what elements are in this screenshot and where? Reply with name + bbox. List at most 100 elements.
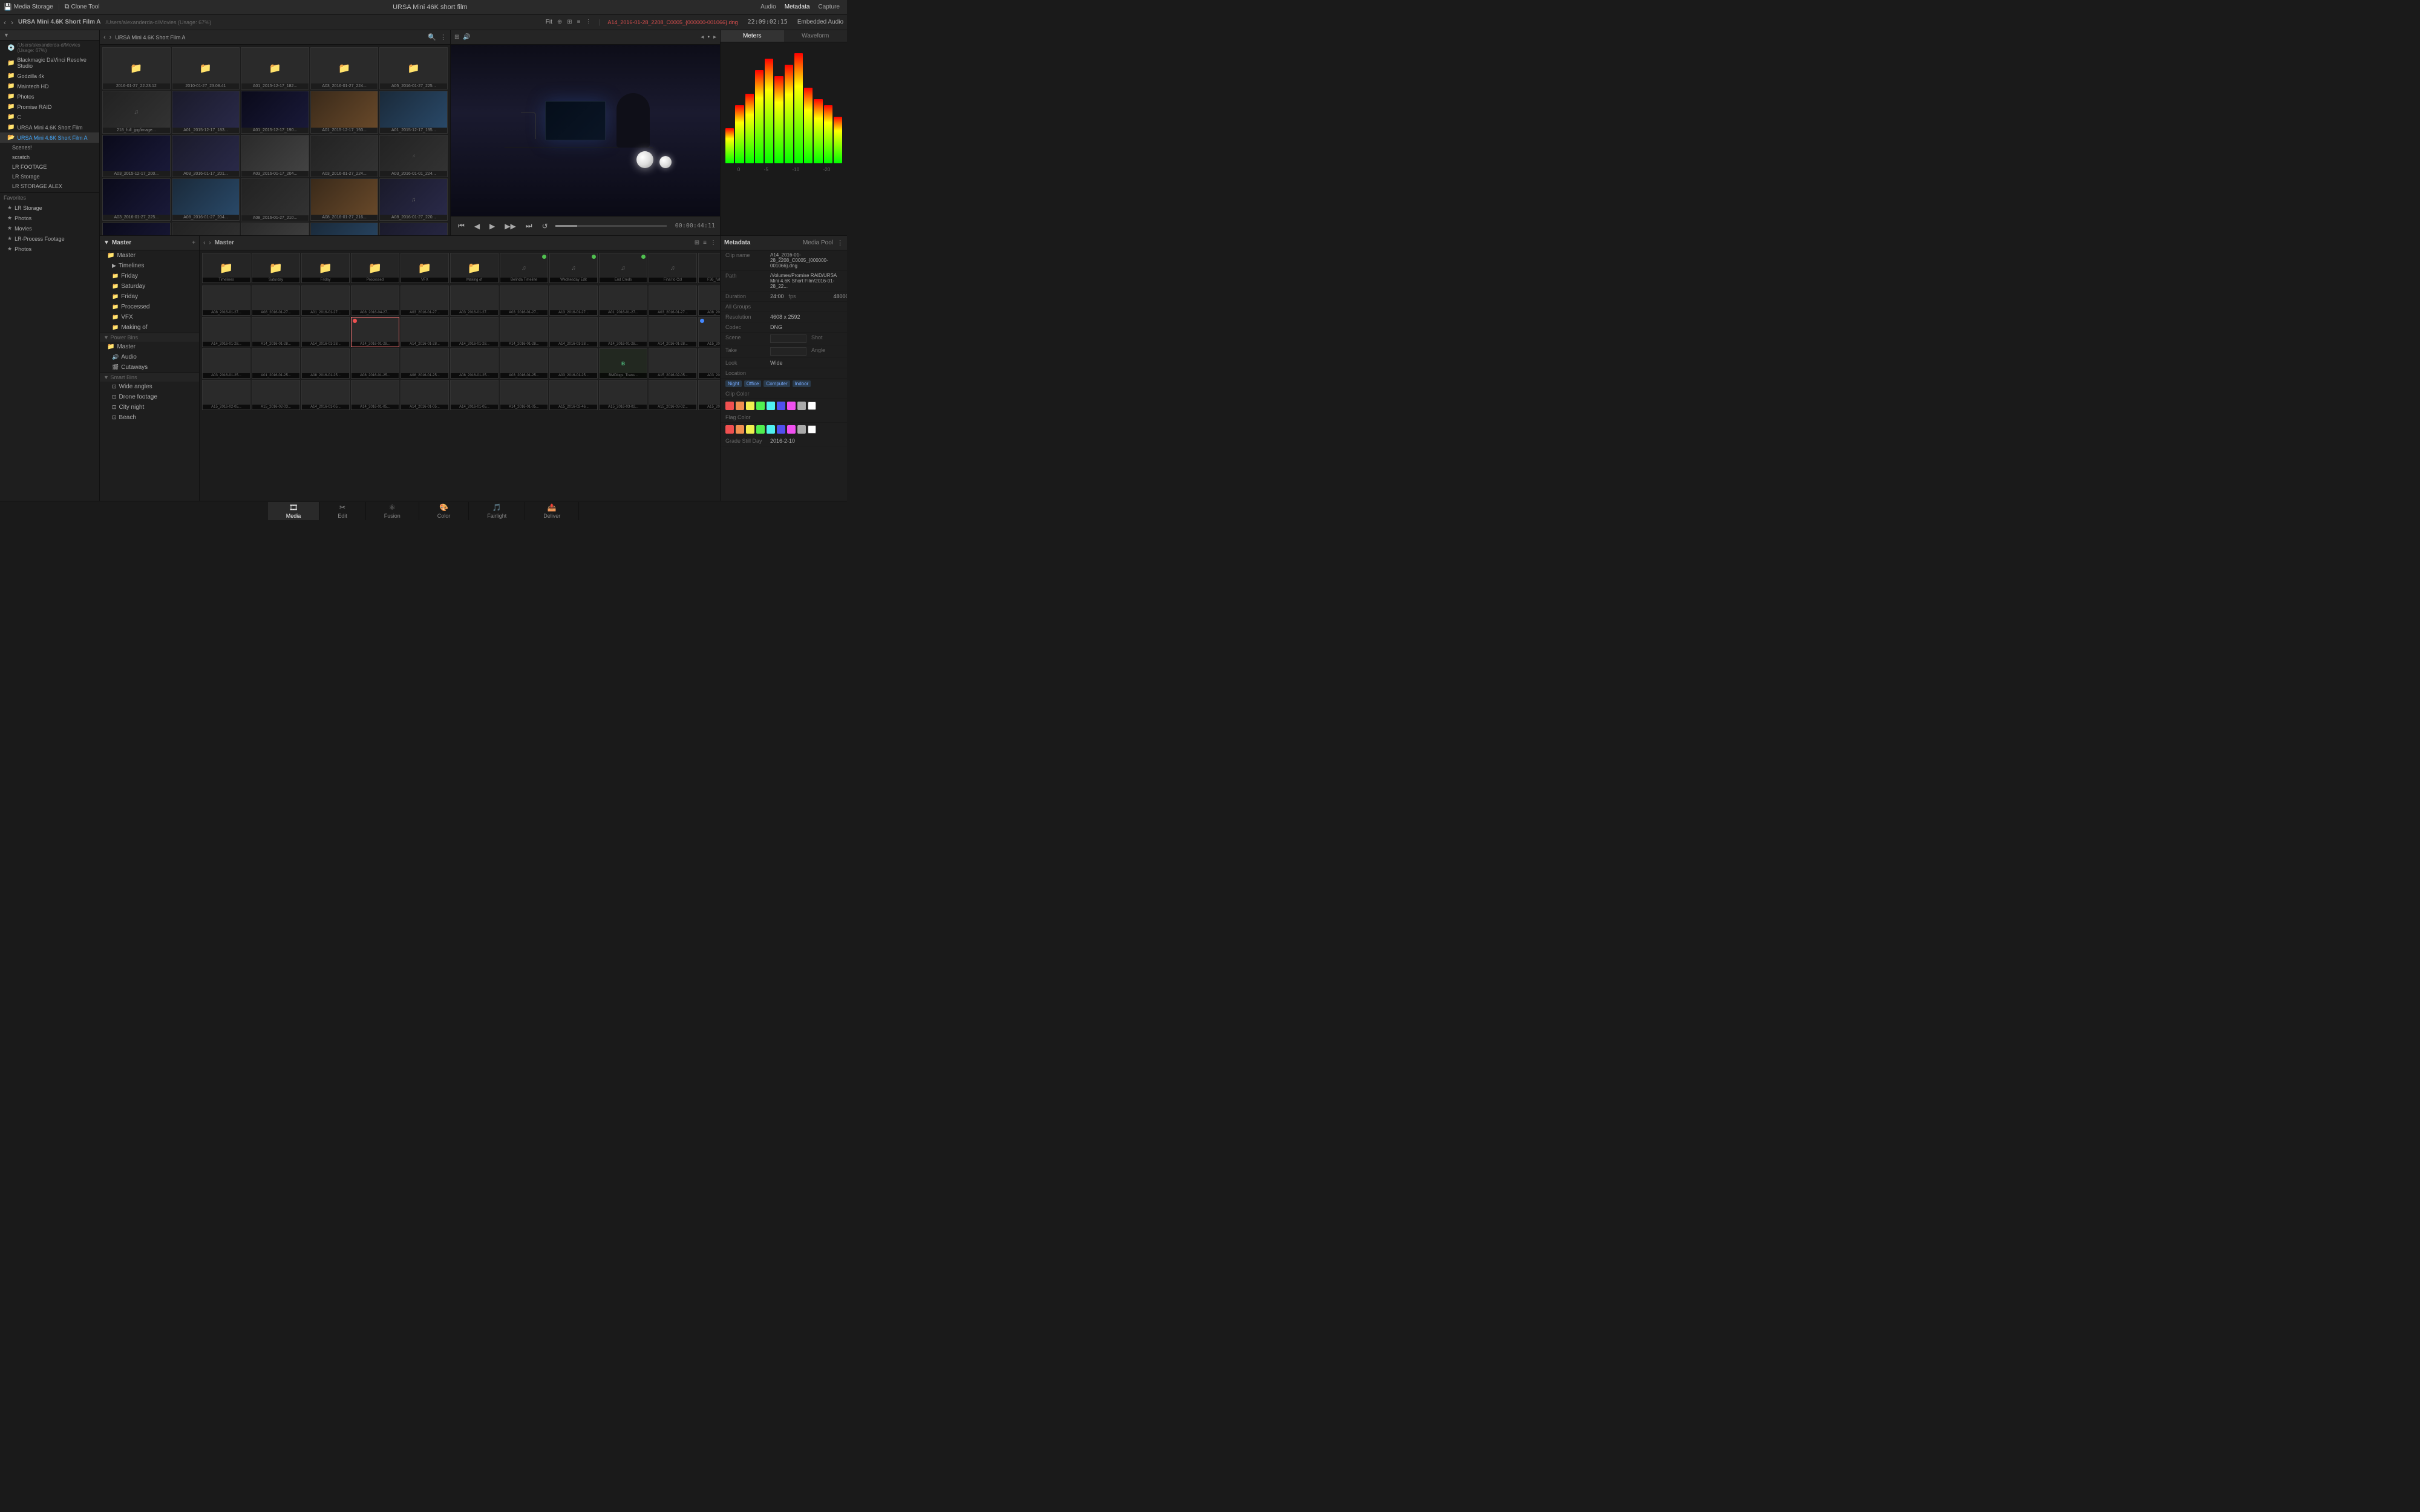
next-ctrl[interactable]: ▸ bbox=[713, 34, 716, 41]
color-chip-purple[interactable] bbox=[787, 402, 796, 410]
more-btn[interactable]: ⋮ bbox=[440, 33, 446, 41]
meta-more-btn[interactable]: ⋮ bbox=[837, 239, 843, 247]
color-chip-cyan[interactable] bbox=[767, 402, 775, 410]
media-thumb[interactable]: 📁 2010-01-27_23.08.41 bbox=[172, 47, 240, 90]
pool-folder-processed[interactable]: 📁 Processed bbox=[351, 253, 399, 283]
pool-r3-c6[interactable]: A08_2016-01-25... bbox=[450, 348, 499, 379]
media-thumb[interactable]: 📁 A05_2016-01-27_225... bbox=[379, 47, 448, 90]
pool-r2-c6[interactable]: A14_2016-01-28... bbox=[450, 317, 499, 347]
pool-r2-c8[interactable]: A14_2016-01-28... bbox=[549, 317, 598, 347]
zoom-btn[interactable]: ⊕ bbox=[557, 19, 562, 25]
pool-r3-c2[interactable]: A01_2016-01-25... bbox=[252, 348, 300, 379]
pool-timeline-creds[interactable]: ♫ End Creds bbox=[599, 253, 647, 283]
media-thumb[interactable]: A03_2016-01-27_224... bbox=[310, 135, 379, 177]
pool-r2-c10[interactable]: A14_2016-01-28... bbox=[649, 317, 697, 347]
flag-chip-white[interactable] bbox=[808, 425, 816, 434]
color-chip-blue[interactable] bbox=[777, 402, 785, 410]
sidebar-item-lr-storage[interactable]: LR Storage bbox=[0, 172, 99, 181]
media-thumb[interactable]: ♫ 218_full_jpg/image... bbox=[102, 91, 171, 133]
smart-bin-drone[interactable]: ⊡ Drone footage bbox=[100, 392, 199, 402]
media-thumb[interactable]: A01_2015-12-17_190... bbox=[241, 91, 309, 133]
pool-r3-c10[interactable]: A15_2016-02-05... bbox=[649, 348, 697, 379]
media-thumb[interactable]: A01_2015-12-17_195... bbox=[379, 91, 448, 133]
sidebar-item-scratch[interactable]: scratch bbox=[0, 152, 99, 162]
color-chip-orange[interactable] bbox=[736, 402, 744, 410]
bin-item-making-of[interactable]: 📁 Making of bbox=[100, 322, 199, 333]
pool-r4-c6[interactable]: A14_2016-01-05... bbox=[450, 380, 499, 410]
pool-r2-c5[interactable]: A14_2016-01-28... bbox=[401, 317, 449, 347]
pool-folder-friday[interactable]: 📁 Friday bbox=[301, 253, 350, 283]
media-thumb[interactable]: ♫ A03_2016-01-01_224... bbox=[379, 135, 448, 177]
flag-chip-green[interactable] bbox=[756, 425, 765, 434]
preview-size-btn[interactable]: ⊞ bbox=[454, 34, 459, 41]
pool-r3-c11[interactable]: A03_2016-01-27... bbox=[698, 348, 720, 379]
pool-nav-fwd[interactable]: › bbox=[209, 240, 211, 246]
media-thumb[interactable]: 📁 A03_2016-01-27_224... bbox=[310, 47, 379, 90]
pool-view-grid[interactable]: ⊞ bbox=[695, 240, 699, 246]
flag-chip-cyan[interactable] bbox=[767, 425, 775, 434]
sidebar-item-ursa[interactable]: 📁 URSA Mini 4.6K Short Film bbox=[0, 122, 99, 132]
pool-r4-c3[interactable]: A14_2016-01-05... bbox=[301, 380, 350, 410]
color-chip-red[interactable] bbox=[725, 402, 734, 410]
pool-r1-c4[interactable]: A08_2016-04-27... bbox=[351, 285, 399, 316]
pool-folder-saturday[interactable]: 📁 Saturday bbox=[252, 253, 300, 283]
media-thumb[interactable]: A01_2015-12-17_193... bbox=[310, 91, 379, 133]
pool-r2-c1[interactable]: A14_2016-01-28... bbox=[202, 317, 250, 347]
metadata-tab[interactable]: Metadata bbox=[785, 4, 810, 10]
jump-end-btn[interactable]: ⏭ bbox=[523, 220, 535, 232]
nav-back-btn[interactable]: ‹ bbox=[4, 18, 6, 27]
view-grid-btn[interactable]: ⊞ bbox=[567, 19, 572, 25]
smart-bin-beach[interactable]: ⊡ Beach bbox=[100, 412, 199, 423]
bin-item-master[interactable]: 📁 Master bbox=[100, 250, 199, 261]
pool-r2-c7[interactable]: A14_2016-01-28... bbox=[500, 317, 548, 347]
media-thumb[interactable]: A14_2016-01-28_225... bbox=[310, 223, 379, 236]
loop-btn[interactable]: ↺ bbox=[540, 221, 551, 232]
tag-computer[interactable]: Computer bbox=[764, 380, 790, 387]
sidebar-item-lr-storage-alex[interactable]: LR STORAGE ALEX bbox=[0, 181, 99, 191]
media-thumb[interactable]: A08_2016-01-27_204... bbox=[172, 178, 240, 221]
flag-chip-yellow[interactable] bbox=[746, 425, 754, 434]
bin-item-processed[interactable]: 📁 Processed bbox=[100, 302, 199, 312]
pool-r4-c7[interactable]: A14_2016-01-05... bbox=[500, 380, 548, 410]
pool-r3-c3[interactable]: A08_2016-01-25... bbox=[301, 348, 350, 379]
view-list-btn[interactable]: ≡ bbox=[577, 19, 581, 25]
pool-r4-c11[interactable]: A15_2016-03-06... bbox=[698, 380, 720, 410]
smart-bin-city[interactable]: ⊡ City night bbox=[100, 402, 199, 412]
sidebar-item-promise[interactable]: 📁 Promise RAID bbox=[0, 102, 99, 112]
pool-r1-c3[interactable]: A01_2016-01-27... bbox=[301, 285, 350, 316]
fav-process-footage[interactable]: ★ LR-Process Footage bbox=[0, 233, 99, 244]
flag-chip-purple[interactable] bbox=[787, 425, 796, 434]
pool-r3-c5[interactable]: A08_2016-01-25... bbox=[401, 348, 449, 379]
pool-r3-c1[interactable]: A03_2016-01-25... bbox=[202, 348, 250, 379]
media-thumb[interactable]: 📁 2016-01-27_22.23.12 bbox=[102, 47, 171, 90]
media-thumb[interactable]: A03_2015-12-17_200... bbox=[102, 135, 171, 177]
pool-folder-vfx[interactable]: 📁 VFX bbox=[401, 253, 449, 283]
pool-view-list[interactable]: ≡ bbox=[703, 240, 707, 246]
media-thumb[interactable]: ♫ A08_2016-01-27_220... bbox=[379, 178, 448, 221]
pool-r1-c8[interactable]: A13_2016-01-27... bbox=[549, 285, 598, 316]
pool-r2-c4[interactable]: A14_2016-01-28... bbox=[351, 317, 399, 347]
preview-scrubber[interactable] bbox=[555, 225, 667, 227]
pool-r4-c9[interactable]: A15_2016-03-02... bbox=[599, 380, 647, 410]
media-thumb[interactable]: A03_2016-01-17_204... bbox=[241, 135, 309, 177]
pool-more[interactable]: ⋮ bbox=[710, 240, 716, 246]
flag-chip-blue[interactable] bbox=[777, 425, 785, 434]
tag-office[interactable]: Office bbox=[744, 380, 762, 387]
fav-lr-storage[interactable]: ★ LR Storage bbox=[0, 203, 99, 213]
next-frame-btn[interactable]: ▶▶ bbox=[502, 221, 518, 232]
pool-r4-c10[interactable]: A15_2016-03-02... bbox=[649, 380, 697, 410]
sidebar-item-lr-footage[interactable]: LR FOOTAGE bbox=[0, 162, 99, 172]
flag-chip-gray[interactable] bbox=[797, 425, 806, 434]
bin-item-friday-1[interactable]: 📁 Friday bbox=[100, 271, 199, 281]
nav-fusion[interactable]: ⚛ Fusion bbox=[366, 502, 419, 520]
pool-r2-c3[interactable]: A14_2016-01-28... bbox=[301, 317, 350, 347]
tag-night[interactable]: Night bbox=[725, 380, 742, 387]
bin-power-master[interactable]: 📁 Master bbox=[100, 342, 199, 352]
color-chip-green[interactable] bbox=[756, 402, 765, 410]
sidebar-item-maintech[interactable]: 📁 Maintech HD bbox=[0, 81, 99, 91]
pool-r4-c4[interactable]: A14_2016-01-05... bbox=[351, 380, 399, 410]
sidebar-item-scenes[interactable]: Scenes! bbox=[0, 143, 99, 152]
media-thumb[interactable]: A08_2016-01-27_210... bbox=[241, 178, 309, 221]
bin-power-cutaways[interactable]: 🎬 Cutaways bbox=[100, 362, 199, 373]
audio-tab[interactable]: Audio bbox=[760, 4, 776, 10]
